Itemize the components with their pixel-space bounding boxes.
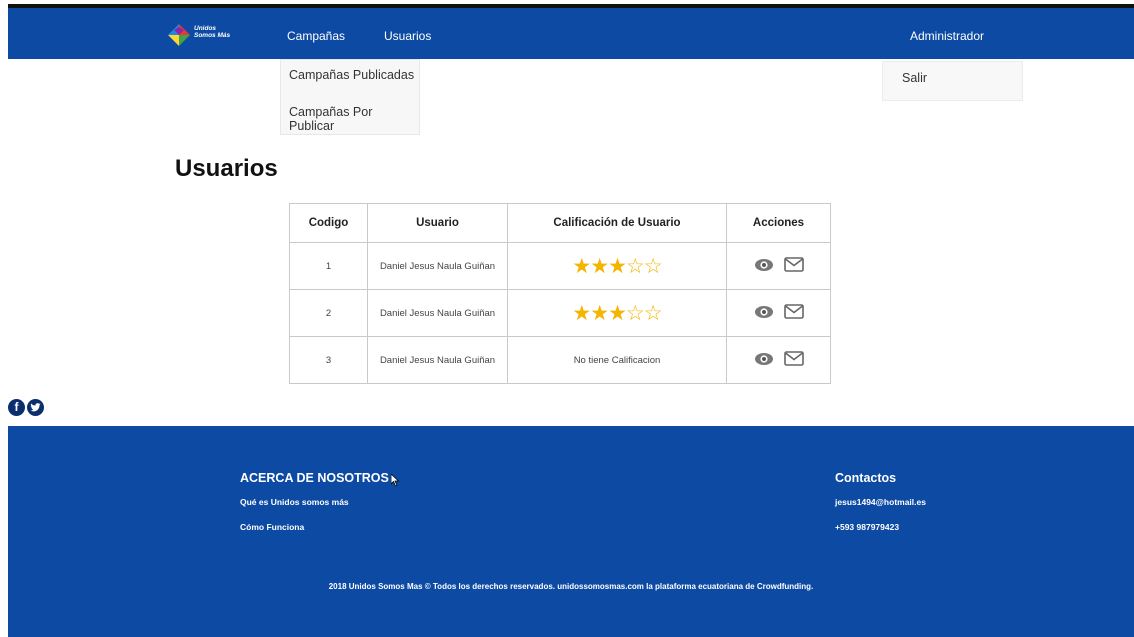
footer-phone: +593 987979423: [835, 522, 900, 532]
footer-link-about[interactable]: Qué es Unidos somos más: [240, 497, 349, 507]
footer-link-how[interactable]: Cómo Funciona: [240, 522, 304, 532]
table-row: 1 Daniel Jesus Naula Guiñan ★★★☆☆: [289, 242, 831, 290]
cell-acciones: [726, 289, 831, 337]
footer-contact-title: Contactos: [835, 471, 897, 485]
cell-calificacion: ★★★☆☆: [507, 289, 727, 337]
mail-icon[interactable]: [783, 257, 804, 273]
facebook-icon[interactable]: f: [8, 399, 25, 416]
star-empty-icon: ☆: [643, 301, 663, 325]
social-links: f: [8, 399, 44, 416]
dropdown-item-unpublished[interactable]: Campañas Por Publicar: [289, 105, 419, 133]
logout-link[interactable]: Salir: [902, 71, 927, 85]
footer-about-title: ACERCA DE NOSOTROS: [240, 471, 389, 485]
logo[interactable]: Unidos Somos Más: [166, 22, 256, 48]
campaigns-dropdown: Campañas Publicadas Campañas Por Publica…: [280, 59, 420, 135]
cell-usuario: Daniel Jesus Naula Guiñan: [367, 289, 508, 337]
star-filled-icon: ★: [608, 254, 627, 278]
cell-acciones: [726, 336, 831, 384]
footer: ACERCA DE NOSOTROS Qué es Unidos somos m…: [8, 426, 1134, 637]
mail-icon[interactable]: [783, 304, 804, 320]
page-title: Usuarios: [175, 155, 278, 182]
nav-administrador[interactable]: Administrador: [910, 29, 984, 43]
top-border: [0, 0, 1134, 8]
footer-email[interactable]: jesus1494@hotmail.es: [835, 497, 926, 507]
nav-usuarios[interactable]: Usuarios: [384, 29, 431, 43]
eye-icon[interactable]: [754, 305, 774, 319]
cell-usuario: Daniel Jesus Naula Guiñan: [367, 242, 508, 290]
cell-codigo: 1: [289, 242, 368, 290]
star-rating: ★★★☆☆: [572, 254, 663, 278]
eye-icon[interactable]: [754, 258, 774, 272]
star-rating: ★★★☆☆: [572, 301, 663, 325]
cell-acciones: [726, 242, 831, 290]
cell-calificacion: ★★★☆☆: [507, 242, 727, 290]
table-row: 2 Daniel Jesus Naula Guiñan ★★★☆☆: [289, 289, 831, 337]
twitter-icon[interactable]: [27, 399, 44, 416]
users-table: Codigo Usuario Calificación de Usuario A…: [289, 203, 831, 384]
cell-usuario: Daniel Jesus Naula Guiñan: [367, 336, 508, 384]
star-filled-icon: ★: [608, 301, 627, 325]
star-empty-icon: ☆: [625, 301, 645, 325]
star-filled-icon: ★: [590, 254, 609, 278]
cell-calificacion: No tiene Calificacion: [507, 336, 727, 384]
admin-dropdown: Salir: [882, 61, 1023, 101]
header-calificacion: Calificación de Usuario: [507, 203, 727, 243]
cell-codigo: 2: [289, 289, 368, 337]
dropdown-item-published[interactable]: Campañas Publicadas: [289, 68, 414, 82]
star-filled-icon: ★: [572, 254, 591, 278]
mail-icon[interactable]: [783, 351, 804, 367]
navbar: Unidos Somos Más Campañas Usuarios Admin…: [8, 8, 1134, 59]
nav-campanas[interactable]: Campañas: [287, 29, 345, 43]
logo-text: Unidos Somos Más: [194, 25, 231, 39]
star-empty-icon: ☆: [625, 254, 645, 278]
no-rating-text: No tiene Calificacion: [573, 354, 661, 366]
star-filled-icon: ★: [572, 301, 591, 325]
mouse-cursor-icon: [391, 474, 400, 487]
header-codigo: Codigo: [289, 203, 368, 243]
table-header-row: Codigo Usuario Calificación de Usuario A…: [289, 203, 831, 243]
header-usuario: Usuario: [367, 203, 508, 243]
eye-icon[interactable]: [754, 352, 774, 366]
logo-icon: [168, 24, 190, 46]
header-acciones: Acciones: [726, 203, 831, 243]
star-empty-icon: ☆: [643, 254, 663, 278]
table-row: 3 Daniel Jesus Naula Guiñan No tiene Calif…: [289, 336, 831, 384]
star-filled-icon: ★: [590, 301, 609, 325]
cell-codigo: 3: [289, 336, 368, 384]
copyright: 2018 Unidos Somos Mas © Todos los derech…: [328, 582, 814, 591]
